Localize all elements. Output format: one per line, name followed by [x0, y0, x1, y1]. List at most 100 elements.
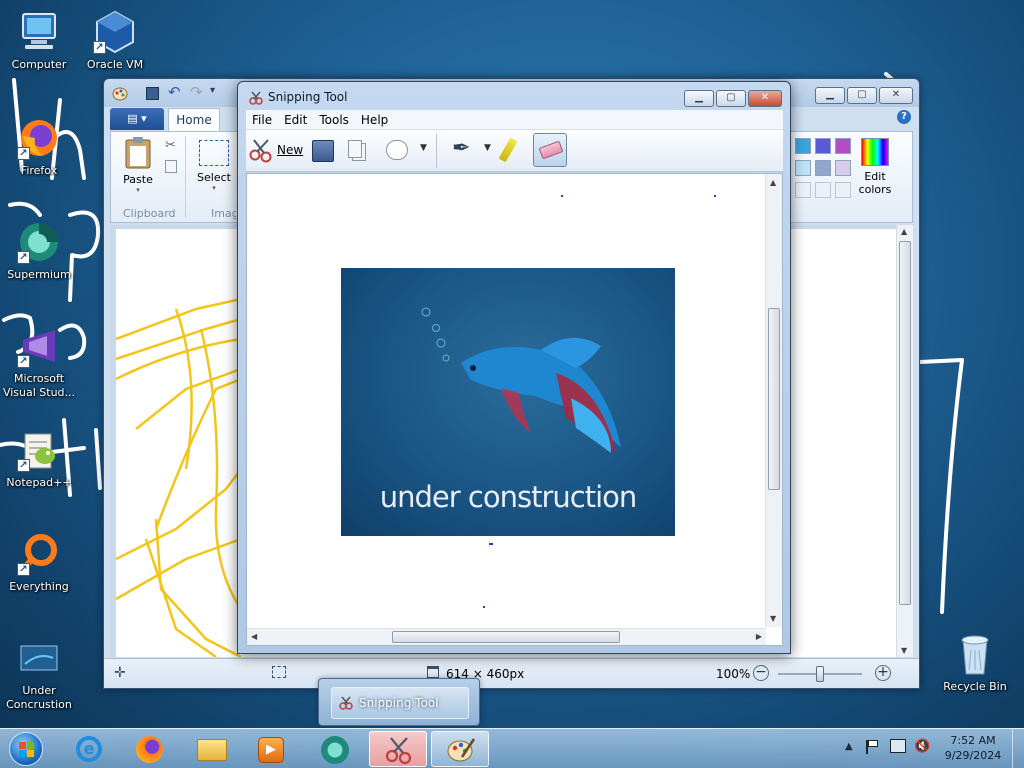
quick-access-dropdown-icon[interactable]: ▾ [210, 85, 215, 96]
eraser-icon [538, 140, 564, 160]
show-hidden-icons-chevron-icon[interactable]: ▲ [845, 741, 853, 752]
desktop-icon-label: Supermium [7, 268, 71, 281]
taskbar-thumbnail-preview[interactable]: Snipping Tool [318, 678, 480, 726]
menu-tools[interactable]: Tools [313, 110, 355, 127]
desktop-icon-everything[interactable]: ↗ Everything [0, 530, 78, 594]
highlighter-icon[interactable] [498, 137, 518, 163]
zoom-in-button[interactable]: + [875, 665, 891, 681]
scrollbar-thumb[interactable] [392, 631, 620, 643]
paint-minimize-button[interactable]: ▁ [815, 87, 845, 104]
palette-swatch[interactable] [795, 182, 811, 198]
palette-swatch[interactable] [815, 182, 831, 198]
firefox-icon: ↗ [15, 114, 63, 162]
snip-image-view[interactable]: under construction ▲ ▼ ◀ ▶ [246, 173, 783, 646]
redo-icon[interactable]: ↷ [190, 83, 203, 101]
shortcut-arrow-icon: ↗ [17, 147, 30, 160]
taskbar-file-explorer[interactable] [183, 731, 241, 767]
tab-home[interactable]: Home [168, 108, 220, 131]
copy-snip-icon[interactable] [348, 140, 362, 158]
paint-file-menu-button[interactable]: ▤ ▾ [110, 108, 164, 130]
menu-edit[interactable]: Edit [278, 110, 313, 127]
new-snip-button[interactable]: New [248, 136, 304, 164]
desktop-icon-visual-studio[interactable]: ↗ Microsoft Visual Stud... [0, 322, 78, 400]
chevron-down-icon: ▾ [212, 184, 216, 192]
start-button[interactable] [6, 731, 46, 767]
desktop-icon-virtualbox[interactable]: ↗ Oracle VM VirtualBox [76, 8, 154, 72]
edit-colors-button[interactable]: Edit colors [853, 136, 897, 202]
select-button[interactable]: Select ▾ [191, 136, 237, 198]
send-snip-icon[interactable] [386, 140, 408, 160]
media-player-icon: ▶ [258, 737, 284, 763]
paint-vertical-scrollbar[interactable]: ▲ ▼ [896, 225, 913, 657]
snip-speck [561, 195, 563, 197]
scrollbar-thumb[interactable] [899, 241, 911, 605]
cut-icon[interactable]: ✂ [165, 138, 176, 153]
palette-swatch[interactable] [795, 160, 811, 176]
paint-maximize-button[interactable]: ▢ [847, 87, 877, 104]
volume-muted-icon[interactable]: 🔇 [914, 739, 930, 754]
network-icon[interactable] [890, 739, 906, 753]
palette-swatch[interactable] [835, 138, 851, 154]
desktop-icon-notepad-plus-plus[interactable]: ↗ Notepad++ [0, 426, 78, 490]
action-center-flag-icon[interactable] [866, 740, 880, 754]
snip-horizontal-scrollbar[interactable]: ◀ ▶ [247, 628, 766, 645]
copy-icon[interactable] [165, 160, 177, 173]
scroll-down-arrow-icon[interactable]: ▼ [770, 614, 776, 623]
palette-swatch[interactable] [835, 182, 851, 198]
paint-palette-icon [447, 738, 476, 762]
snip-vertical-scrollbar[interactable]: ▲ ▼ [765, 174, 782, 627]
taskbar-snipping-tool[interactable] [369, 731, 427, 767]
scrollbar-thumb[interactable] [768, 308, 780, 490]
taskbar-firefox[interactable] [120, 731, 178, 767]
send-dropdown-icon[interactable]: ▼ [420, 143, 427, 153]
snip-speck [489, 543, 493, 545]
desktop-icon-computer[interactable]: Computer [0, 8, 78, 72]
desktop-icon-under-concrustion[interactable]: Under Concrustion [0, 634, 78, 712]
help-icon[interactable]: ? [897, 110, 911, 124]
desktop-icon-recycle-bin[interactable]: Recycle Bin [936, 630, 1014, 694]
clock[interactable]: 7:52 AM 9/29/2024 [938, 733, 1008, 763]
scroll-down-arrow-icon[interactable]: ▼ [901, 646, 907, 655]
captured-image-caption: under construction [379, 480, 638, 514]
eraser-button[interactable] [533, 133, 567, 167]
palette-swatch[interactable] [835, 160, 851, 176]
paste-button[interactable]: Paste ▾ [117, 136, 159, 198]
taskbar-paint[interactable] [431, 731, 489, 767]
desktop-icon-firefox[interactable]: ↗ Firefox [0, 114, 78, 178]
snipping-tool-app-icon [248, 90, 264, 106]
snip-close-button[interactable]: ✕ [748, 90, 782, 107]
zoom-out-button[interactable]: − [753, 665, 769, 681]
palette-swatch[interactable] [795, 138, 811, 154]
palette-swatch[interactable] [815, 138, 831, 154]
desktop-icon-label: Computer [11, 58, 67, 71]
scroll-up-arrow-icon[interactable]: ▲ [901, 227, 907, 236]
taskbar-media-player[interactable]: ▶ [243, 731, 301, 767]
palette-swatch[interactable] [815, 160, 831, 176]
zoom-slider-thumb[interactable] [816, 666, 824, 682]
quick-access-save-icon[interactable] [146, 87, 159, 100]
thumbnail-preview-item[interactable]: Snipping Tool [331, 687, 469, 719]
snipping-tool-window[interactable]: Snipping Tool ▁ ▢ ✕ File Edit Tools Help Ne… [237, 81, 791, 654]
menu-help[interactable]: Help [355, 110, 394, 127]
taskbar-internet-explorer[interactable]: e [60, 731, 118, 767]
pen-icon[interactable]: ✒ [452, 136, 470, 161]
windows-logo-icon [9, 732, 43, 766]
undo-icon[interactable]: ↶ [168, 83, 181, 101]
image-file-icon [15, 634, 63, 682]
scroll-up-arrow-icon[interactable]: ▲ [770, 178, 776, 187]
menu-file[interactable]: File [246, 110, 278, 127]
zoom-slider[interactable] [778, 666, 862, 682]
snip-minimize-button[interactable]: ▁ [684, 90, 714, 107]
desktop-icon-supermium[interactable]: ↗ Supermium [0, 218, 78, 282]
scroll-left-arrow-icon[interactable]: ◀ [251, 632, 257, 641]
taskbar-supermium[interactable] [306, 731, 364, 767]
paint-close-button[interactable]: ✕ [879, 87, 913, 104]
clipboard-icon [125, 137, 151, 169]
color-spectrum-icon [861, 138, 889, 166]
show-desktop-button[interactable] [1012, 729, 1024, 768]
pen-dropdown-icon[interactable]: ▼ [484, 143, 491, 153]
snip-maximize-button[interactable]: ▢ [716, 90, 746, 107]
desktop-icon-label: Oracle VM VirtualBox [86, 58, 144, 71]
save-snip-icon[interactable] [312, 140, 334, 162]
scroll-right-arrow-icon[interactable]: ▶ [756, 632, 762, 641]
